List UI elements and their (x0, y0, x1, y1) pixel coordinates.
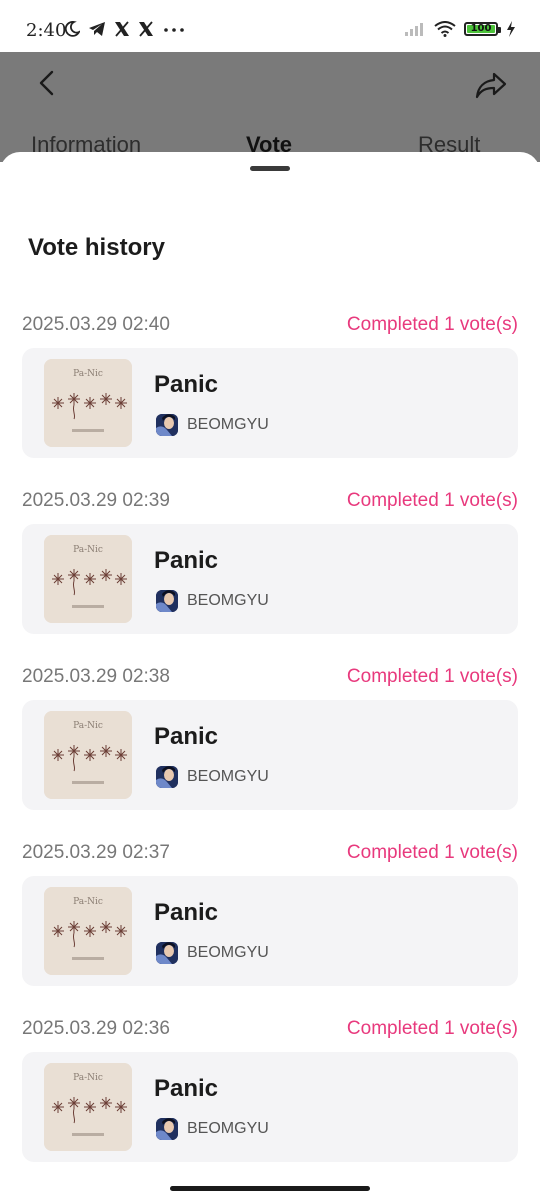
album-cover-title: Pa-Nic (73, 897, 103, 907)
wifi-icon (434, 21, 456, 37)
telegram-icon (89, 22, 105, 36)
artist-avatar (156, 414, 178, 436)
artist-avatar (156, 942, 178, 964)
x-icon (139, 21, 153, 37)
album-cover-title: Pa-Nic (73, 721, 103, 731)
artist-avatar (156, 590, 178, 612)
album-cover: Pa-Nic (44, 535, 132, 623)
vote-status: Completed 1 vote(s) (346, 314, 518, 335)
vote-card[interactable]: Pa-Nic Panic BEOMGYU (22, 348, 518, 458)
back-arrow-icon[interactable] (34, 68, 62, 98)
artist-name: BEOMGYU (187, 1120, 269, 1137)
charging-icon (507, 21, 515, 37)
vote-history-entry: 2025.03.29 02:38 Completed 1 vote(s) Pa-… (22, 666, 518, 810)
signal-icon (405, 23, 423, 36)
artist-name: BEOMGYU (187, 416, 269, 433)
vote-history-entry: 2025.03.29 02:37 Completed 1 vote(s) Pa-… (22, 842, 518, 986)
vote-history-entry: 2025.03.29 02:36 Completed 1 vote(s) Pa-… (22, 1018, 518, 1162)
album-cover-title: Pa-Nic (73, 369, 103, 379)
sheet-drag-handle[interactable] (250, 166, 290, 171)
battery-icon: 100 (464, 22, 501, 36)
vote-timestamp: 2025.03.29 02:37 (22, 842, 170, 863)
album-cover: Pa-Nic (44, 359, 132, 447)
vote-card[interactable]: Pa-Nic Panic BEOMGYU (22, 1052, 518, 1162)
album-cover: Pa-Nic (44, 711, 132, 799)
vote-status: Completed 1 vote(s) (346, 842, 518, 863)
album-cover-title: Pa-Nic (73, 545, 103, 555)
vote-timestamp: 2025.03.29 02:36 (22, 1018, 170, 1039)
vote-history-entry: 2025.03.29 02:39 Completed 1 vote(s) Pa-… (22, 490, 518, 634)
vote-timestamp: 2025.03.29 02:40 (22, 314, 170, 335)
status-bar: 2:40 100 (0, 0, 540, 52)
battery-level: 100 (470, 23, 492, 34)
album-cover-title: Pa-Nic (73, 1073, 103, 1083)
artist-avatar (156, 1118, 178, 1140)
home-indicator[interactable] (170, 1186, 370, 1191)
song-title: Panic (154, 723, 219, 750)
vote-status: Completed 1 vote(s) (346, 1018, 518, 1039)
vote-status: Completed 1 vote(s) (346, 666, 518, 687)
song-title: Panic (154, 371, 219, 398)
share-icon[interactable] (474, 70, 508, 100)
vote-status: Completed 1 vote(s) (346, 490, 518, 511)
moon-icon (64, 21, 80, 37)
song-title: Panic (154, 899, 219, 926)
artist-name: BEOMGYU (187, 768, 269, 785)
album-cover: Pa-Nic (44, 887, 132, 975)
album-cover: Pa-Nic (44, 1063, 132, 1151)
vote-timestamp: 2025.03.29 02:39 (22, 490, 170, 511)
page-header-overlay: Information Vote Result (0, 52, 540, 162)
artist-avatar (156, 766, 178, 788)
sheet-title: Vote history (28, 234, 165, 261)
x-icon (115, 21, 129, 37)
artist-name: BEOMGYU (187, 592, 269, 609)
vote-card[interactable]: Pa-Nic Panic BEOMGYU (22, 524, 518, 634)
artist-name: BEOMGYU (187, 944, 269, 961)
status-notification-icons (64, 21, 186, 37)
vote-history-entry: 2025.03.29 02:40 Completed 1 vote(s) Pa-… (22, 314, 518, 458)
vote-history-sheet: Vote history 2025.03.29 02:40 Completed … (0, 152, 540, 1200)
vote-card[interactable]: Pa-Nic Panic BEOMGYU (22, 876, 518, 986)
song-title: Panic (154, 547, 219, 574)
status-time: 2:40 (26, 20, 67, 41)
vote-timestamp: 2025.03.29 02:38 (22, 666, 170, 687)
song-title: Panic (154, 1075, 219, 1102)
more-icon (164, 28, 184, 32)
status-system-icons: 100 (404, 21, 516, 37)
vote-card[interactable]: Pa-Nic Panic BEOMGYU (22, 700, 518, 810)
